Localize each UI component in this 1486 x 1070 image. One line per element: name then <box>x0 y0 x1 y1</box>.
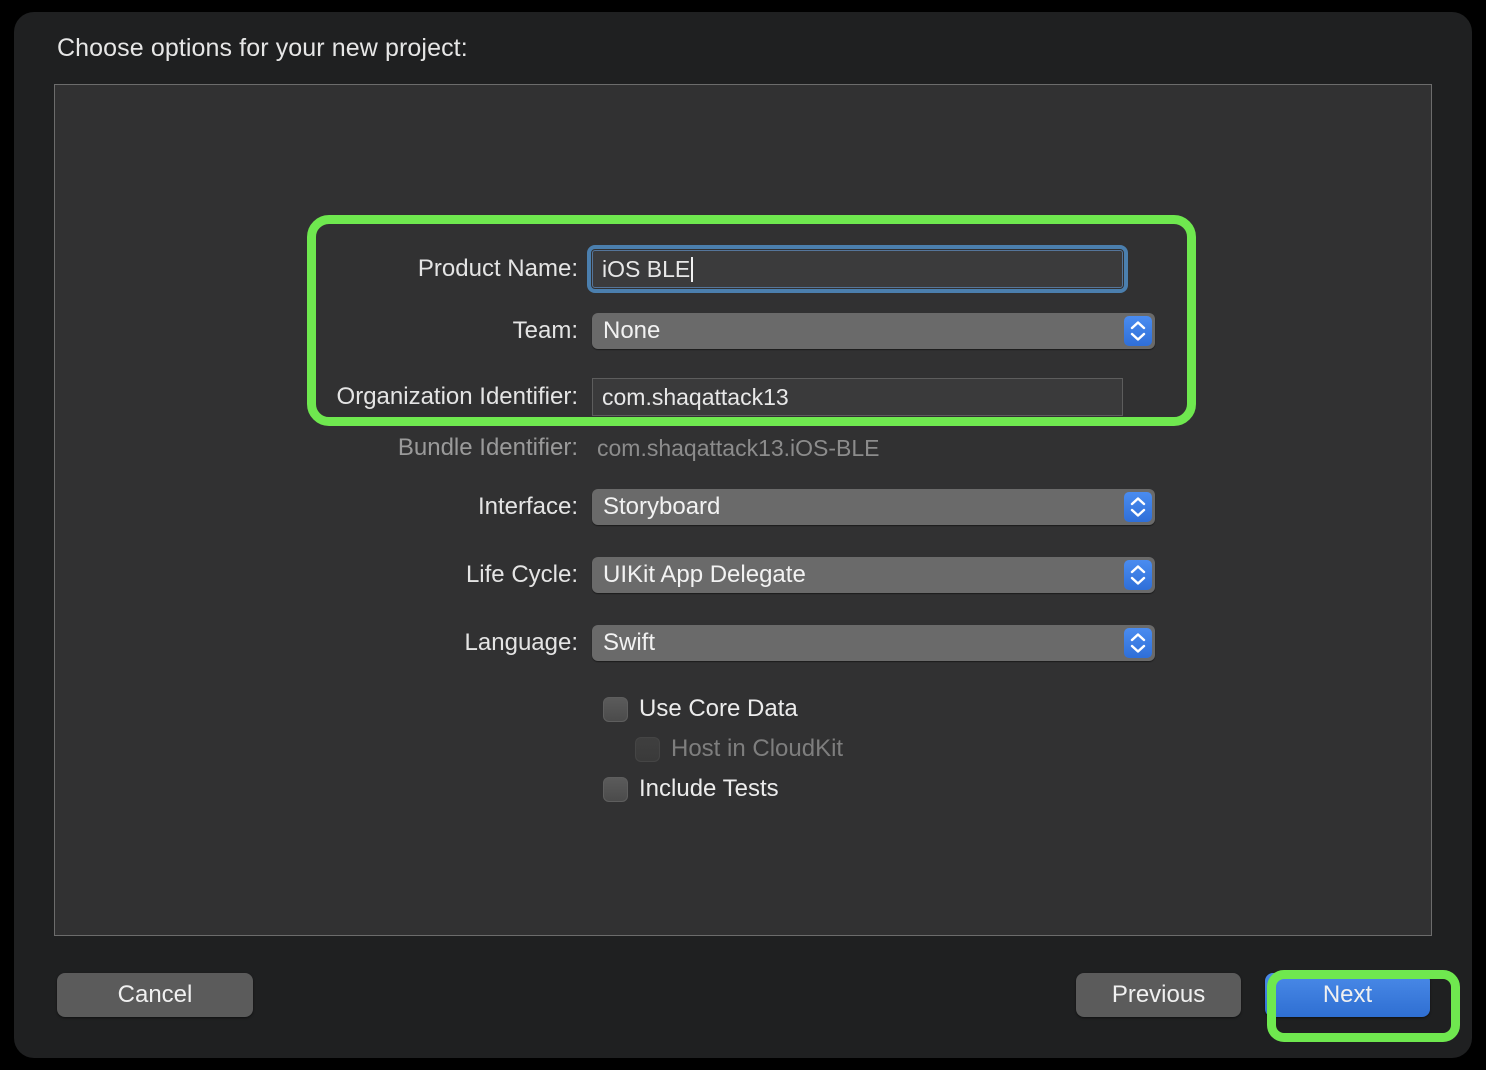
row-product-name: Product Name: iOS BLE <box>55 245 1431 293</box>
language-select[interactable]: Swift <box>592 625 1155 661</box>
team-value: None <box>603 317 661 344</box>
row-life-cycle: Life Cycle: UIKit App Delegate <box>55 557 1431 593</box>
use-core-data-checkbox[interactable] <box>603 696 628 722</box>
life-cycle-select[interactable]: UIKit App Delegate <box>592 557 1155 593</box>
bundle-identifier-value: com.shaqattack13.iOS-BLE <box>597 434 880 461</box>
chevron-updown-icon[interactable] <box>1124 628 1152 658</box>
cancel-button[interactable]: Cancel <box>57 973 253 1017</box>
page-title: Choose options for your new project: <box>57 34 468 62</box>
product-name-label: Product Name: <box>417 255 578 282</box>
bundle-identifier-label: Bundle Identifier: <box>397 434 578 461</box>
product-name-input[interactable]: iOS BLE <box>587 245 1128 293</box>
row-organization-identifier: Organization Identifier: com.shaqattack1… <box>55 378 1431 416</box>
language-label: Language: <box>464 629 578 656</box>
organization-identifier-label: Organization Identifier: <box>336 383 578 410</box>
checkbox-row-use-core-data[interactable]: Use Core Data <box>603 695 798 723</box>
use-core-data-label: Use Core Data <box>639 695 798 722</box>
host-in-cloudkit-checkbox <box>635 736 660 762</box>
checkbox-row-host-in-cloudkit: Host in CloudKit <box>635 735 843 763</box>
include-tests-checkbox[interactable] <box>603 776 628 802</box>
organization-identifier-input[interactable]: com.shaqattack13 <box>592 378 1123 416</box>
team-select[interactable]: None <box>592 313 1155 349</box>
life-cycle-label: Life Cycle: <box>465 561 578 588</box>
life-cycle-value: UIKit App Delegate <box>603 561 806 588</box>
row-interface: Interface: Storyboard <box>55 489 1431 525</box>
product-name-value: iOS BLE <box>602 256 691 282</box>
project-options-form: Product Name: iOS BLE Team: None Organiz… <box>55 85 1431 935</box>
include-tests-label: Include Tests <box>639 775 779 802</box>
chevron-updown-icon[interactable] <box>1124 492 1152 522</box>
new-project-options-dialog: Choose options for your new project: Pro… <box>14 12 1472 1058</box>
chevron-updown-icon[interactable] <box>1124 316 1152 346</box>
team-label: Team: <box>512 317 578 344</box>
host-in-cloudkit-label: Host in CloudKit <box>671 735 844 762</box>
interface-select[interactable]: Storyboard <box>592 489 1155 525</box>
options-panel: Product Name: iOS BLE Team: None Organiz… <box>54 84 1432 936</box>
interface-label: Interface: <box>477 493 578 520</box>
interface-value: Storyboard <box>603 493 721 520</box>
language-value: Swift <box>603 629 656 656</box>
chevron-updown-icon[interactable] <box>1124 560 1152 590</box>
checkbox-row-include-tests[interactable]: Include Tests <box>603 775 779 803</box>
next-button[interactable]: Next <box>1265 973 1430 1017</box>
row-bundle-identifier: Bundle Identifier: com.shaqattack13.iOS-… <box>55 434 1431 462</box>
row-language: Language: Swift <box>55 625 1431 661</box>
previous-button[interactable]: Previous <box>1076 973 1241 1017</box>
row-team: Team: None <box>55 313 1431 349</box>
text-caret <box>691 257 694 282</box>
